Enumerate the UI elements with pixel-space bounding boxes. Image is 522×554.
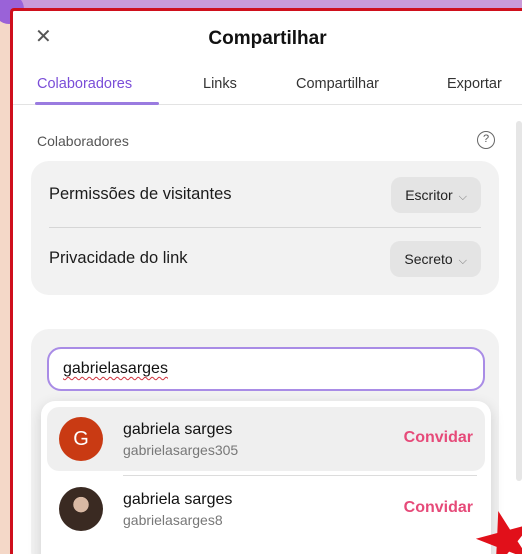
invite-button[interactable]: Convidar [404,499,473,517]
avatar [59,487,103,531]
chevron-down-icon: ⌵ [458,255,467,267]
tab-bar: Colaboradores Links Compartilhar Exporta… [13,71,522,105]
search-input[interactable]: gabrielasarges [47,347,485,391]
share-dialog: ✕ Compartilhar Colaboradores Links Compa… [10,8,522,554]
result-username: gabrielasarges305 [123,442,239,458]
visitor-permissions-label: Permissões de visitantes [49,185,232,203]
search-result-item[interactable]: gabriela sarges gabrielasarges8 Convidar [47,477,485,541]
active-tab-indicator [35,102,159,105]
visitor-permissions-value: Escritor [405,187,453,203]
tab-exportar[interactable]: Exportar [447,71,502,105]
result-username: gabrielasarges8 [123,512,223,528]
link-privacy-value: Secreto [404,251,453,267]
dialog-header: ✕ Compartilhar [13,11,522,71]
settings-card: Permissões de visitantes Escritor ⌵ Priva… [31,161,499,295]
search-results-dropdown: G gabriela sarges gabrielasarges305 Conv… [41,401,491,554]
invite-button[interactable]: Convidar [404,429,473,447]
link-privacy-label: Privacidade do link [49,249,188,267]
result-name: gabriela sarges [123,491,233,508]
help-circle-icon[interactable]: ? [477,131,495,149]
dialog-title: Compartilhar [208,28,327,49]
result-name: gabriela sarges [123,421,233,438]
scrollbar[interactable] [516,121,522,481]
tab-colaboradores[interactable]: Colaboradores [37,71,132,105]
tab-compartilhar[interactable]: Compartilhar [296,71,379,105]
visitor-permissions-dropdown[interactable]: Escritor ⌵ [391,177,481,213]
settings-divider [49,227,481,228]
search-input-value: gabrielasarges [63,360,168,377]
avatar: G [59,417,103,461]
section-label: Colaboradores [37,133,129,149]
search-result-item[interactable]: G gabriela sarges gabrielasarges305 Conv… [47,407,485,471]
result-divider [123,475,477,476]
link-privacy-dropdown[interactable]: Secreto ⌵ [390,241,481,277]
tab-links[interactable]: Links [203,71,237,105]
chevron-down-icon: ⌵ [458,191,467,203]
